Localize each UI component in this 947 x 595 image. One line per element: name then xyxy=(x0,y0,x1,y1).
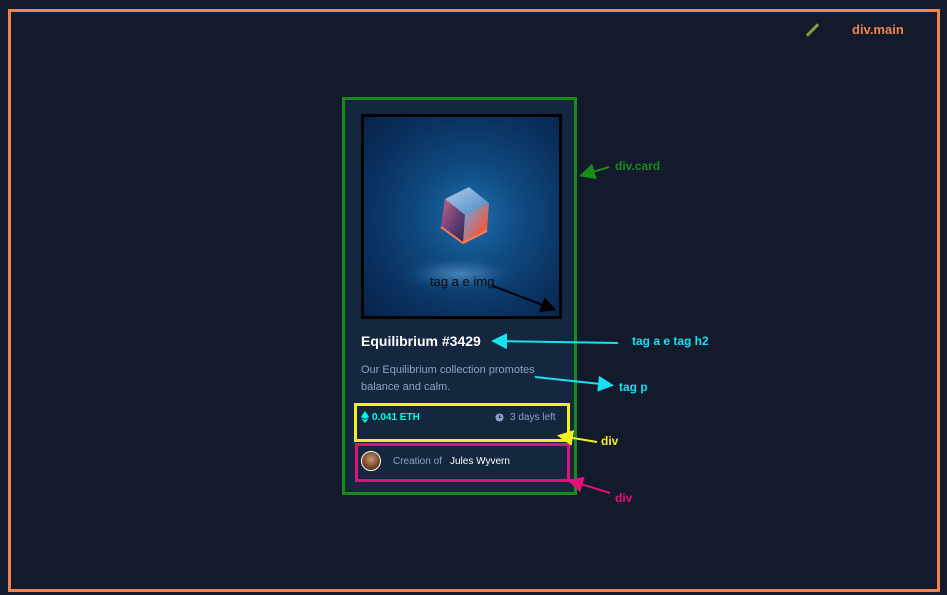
info-div-outline xyxy=(354,403,570,442)
info-div-annotation-label: div xyxy=(601,434,619,448)
card-description: Our Equilibrium collection promotes bala… xyxy=(361,364,535,393)
creator-div-annotation-label: div xyxy=(615,491,633,505)
p-annotation-label: tag p xyxy=(619,380,648,394)
cube-image xyxy=(440,187,489,245)
nft-image-link[interactable]: tag a e img xyxy=(361,114,562,319)
div-main-label: div.main xyxy=(852,22,904,37)
h2-annotation-label: tag a e tag h2 xyxy=(632,334,709,348)
img-annotation-label: tag a e img xyxy=(430,274,495,289)
card-title[interactable]: Equilibrium #3429 xyxy=(361,333,481,349)
creator-div-outline xyxy=(355,443,570,482)
card-annotation-label: div.card xyxy=(615,159,661,173)
